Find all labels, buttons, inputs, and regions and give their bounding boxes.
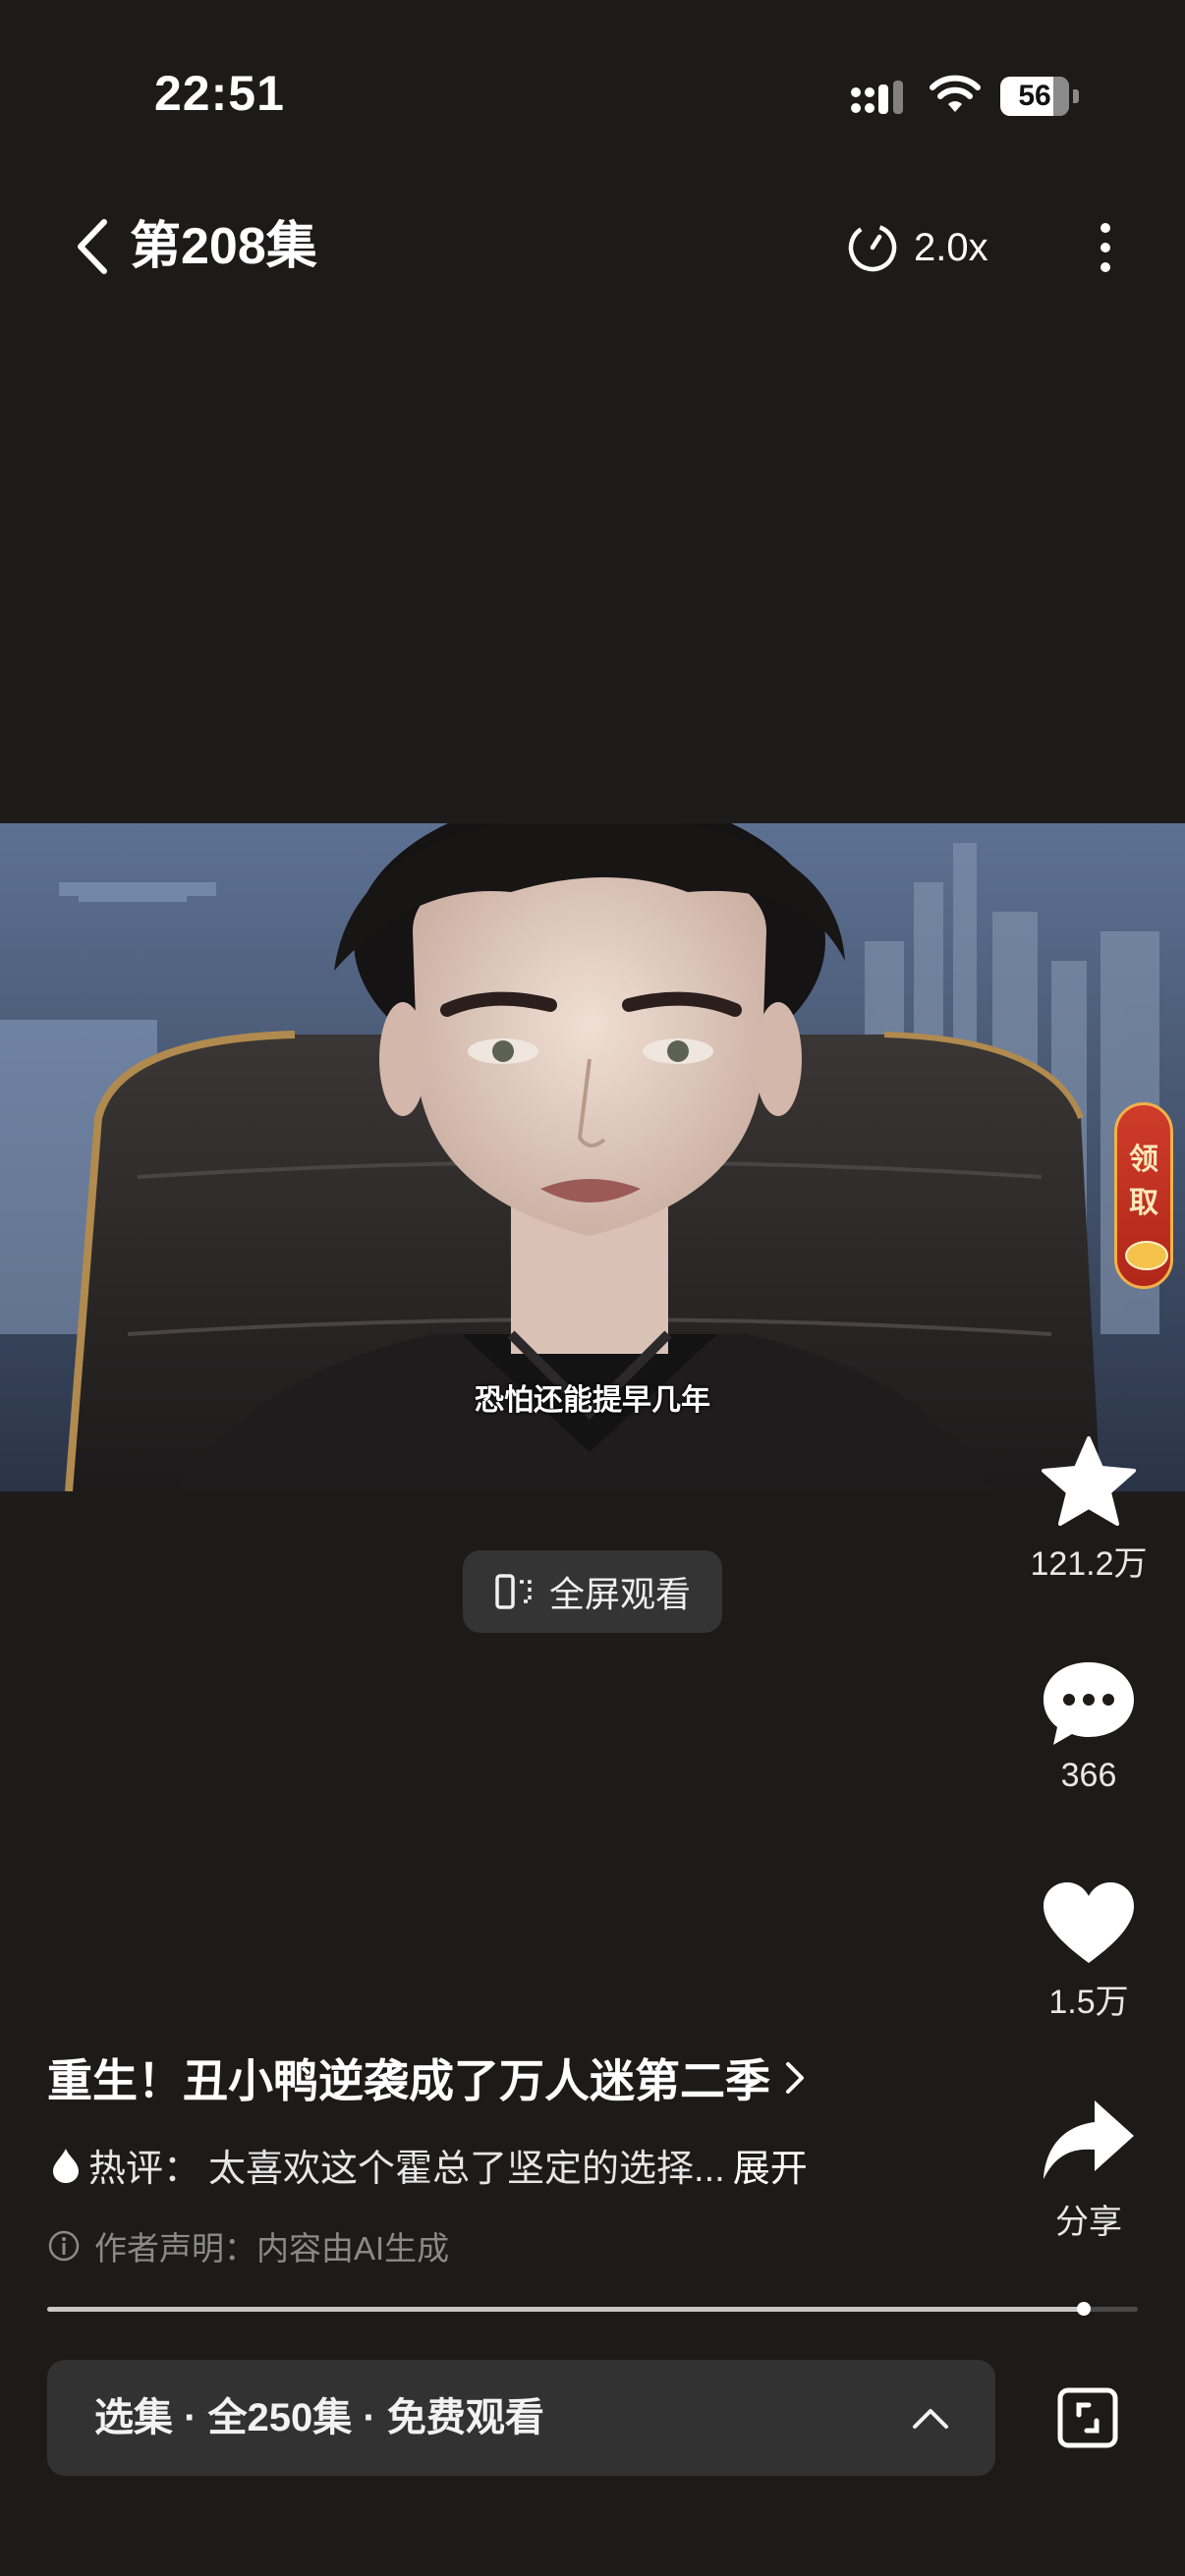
pip-icon[interactable]: [1055, 2385, 1120, 2450]
drama-title-link[interactable]: 重生！丑小鸭逆袭成了万人迷第二季: [47, 2045, 808, 2110]
chevron-right-icon: [786, 2062, 804, 2094]
reward-label: 领取: [1129, 1144, 1158, 1219]
hot-comment[interactable]: 热评： 太喜欢这个霍总了坚定的选择... 展开: [51, 2138, 808, 2192]
speed-label: 2.0x: [914, 225, 988, 269]
playback-speed-button[interactable]: 2.0x: [845, 218, 988, 277]
star-icon: [1042, 1436, 1136, 1526]
fullscreen-label: 全屏观看: [548, 1574, 691, 1614]
episode-selector-label: 选集 · 全250集 · 免费观看: [94, 2396, 544, 2439]
like-button[interactable]: 1.5万: [1012, 1878, 1165, 2023]
fullscreen-icon: [495, 1574, 532, 1609]
progress-bar[interactable]: [47, 2302, 1138, 2316]
episode-title: 第208集: [130, 218, 317, 275]
share-button[interactable]: 分享: [1012, 2097, 1165, 2243]
speed-icon: [848, 223, 897, 272]
share-label: 分享: [1055, 2204, 1122, 2241]
disclaimer-text: 作者声明：内容由AI生成: [94, 2230, 450, 2267]
reward-badge[interactable]: 领取: [1114, 1102, 1173, 1289]
heart-icon: [1044, 1882, 1134, 1963]
like-count: 1.5万: [1048, 1984, 1129, 2021]
chevron-up-icon: [913, 2409, 948, 2429]
info-icon: [48, 2230, 80, 2262]
battery-level: 56: [1018, 80, 1051, 112]
ai-disclaimer: 作者声明：内容由AI生成: [47, 2222, 449, 2269]
progress-knob[interactable]: [1076, 2302, 1091, 2316]
comment-button[interactable]: 366: [1012, 1658, 1165, 1795]
coin-icon: [1125, 1241, 1168, 1270]
status-time: 22:51: [154, 66, 285, 121]
battery-indicator: 56: [1000, 77, 1079, 116]
favorite-count: 121.2万: [1030, 1545, 1148, 1583]
comment-count: 366: [1060, 1757, 1117, 1794]
hot-comment-text: 太喜欢这个霍总了坚定的选择...: [208, 2149, 725, 2190]
hot-comment-prefix: 热评：: [88, 2149, 201, 2190]
wifi-icon: [930, 75, 981, 112]
drama-title: 重生！丑小鸭逆袭成了万人迷第二季: [47, 2055, 770, 2106]
share-icon: [1044, 2100, 1134, 2179]
expand-link[interactable]: 展开: [733, 2138, 808, 2192]
favorite-button[interactable]: 121.2万: [1012, 1434, 1165, 1585]
video-subtitle: 恐怕还能提早几年: [475, 1384, 710, 1417]
signal-icon: [851, 81, 903, 114]
fire-icon: [53, 2148, 79, 2183]
progress-fill: [47, 2307, 1084, 2312]
back-chevron-icon[interactable]: [69, 214, 118, 279]
fullscreen-button[interactable]: 全屏观看: [463, 1550, 722, 1633]
comment-icon: [1044, 1662, 1134, 1745]
episode-selector[interactable]: 选集 · 全250集 · 免费观看: [47, 2360, 995, 2476]
more-icon[interactable]: [1091, 218, 1120, 277]
